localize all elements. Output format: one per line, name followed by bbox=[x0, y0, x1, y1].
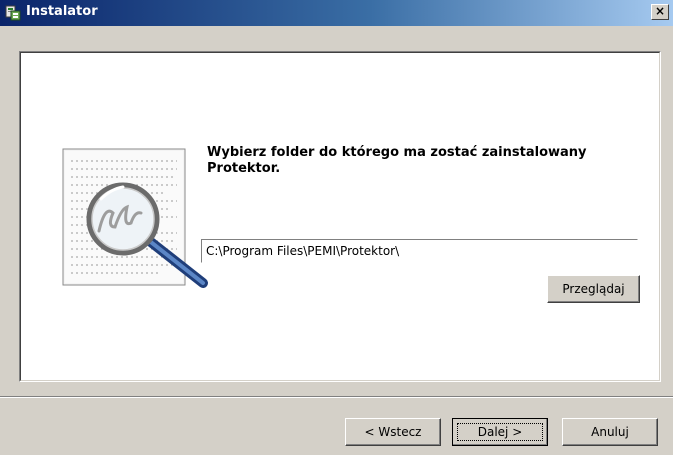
window-title: Instalator bbox=[26, 4, 98, 19]
back-button[interactable]: < Wstecz bbox=[345, 418, 441, 446]
cancel-button-label: Anuluj bbox=[591, 425, 629, 439]
next-button[interactable]: Dalej > bbox=[452, 418, 548, 446]
installer-window: Instalator × Wybierz folder do którego m… bbox=[0, 0, 673, 455]
close-button[interactable]: × bbox=[651, 4, 669, 20]
footer-separator bbox=[0, 396, 673, 398]
content-panel: Wybierz folder do którego ma zostać zain… bbox=[19, 51, 661, 382]
document-magnifier-icon bbox=[62, 148, 208, 288]
installer-icon bbox=[5, 5, 21, 21]
instruction-text: Wybierz folder do którego ma zostać zain… bbox=[207, 145, 587, 176]
cancel-button[interactable]: Anuluj bbox=[562, 418, 658, 446]
browse-button[interactable]: Przeglądaj bbox=[547, 275, 640, 303]
browse-button-label: Przeglądaj bbox=[562, 282, 625, 296]
next-button-label: Dalej > bbox=[477, 425, 523, 439]
close-icon: × bbox=[654, 4, 666, 18]
back-button-label: < Wstecz bbox=[364, 425, 422, 439]
install-path-input[interactable] bbox=[201, 239, 638, 263]
title-bar: Instalator × bbox=[0, 0, 673, 26]
